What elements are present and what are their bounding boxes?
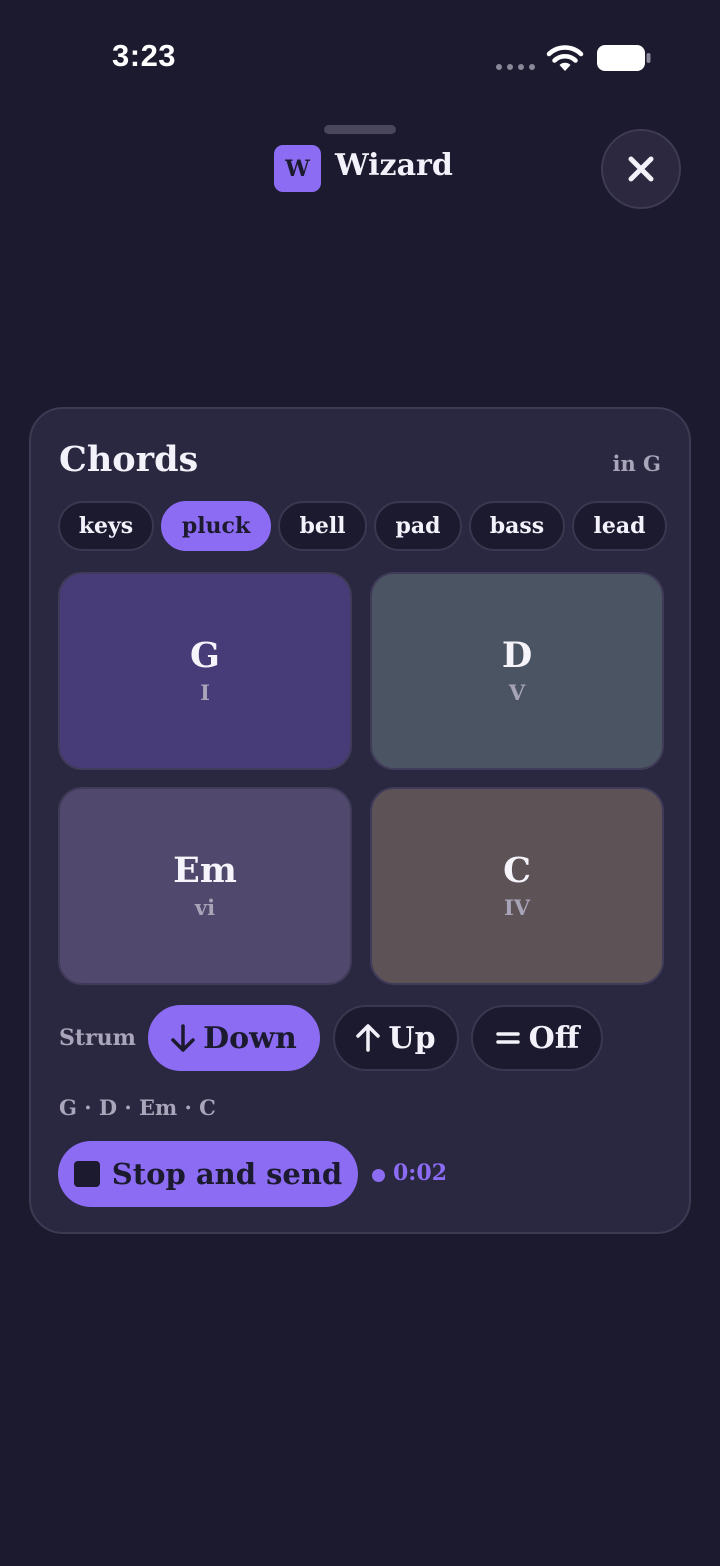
recording-timer: 0:02: [393, 1160, 448, 1186]
strum-off-button[interactable]: Off: [471, 1005, 603, 1071]
chord-pad-d[interactable]: D V: [370, 572, 664, 770]
arrow-down-icon: [171, 1024, 195, 1052]
instrument-chip-bell[interactable]: bell: [278, 501, 367, 551]
battery-icon: [597, 45, 651, 71]
strum-up-label: Up: [388, 1020, 436, 1056]
strum-label: Strum: [59, 1025, 136, 1051]
equals-icon: [495, 1032, 520, 1044]
chord-name: G: [190, 635, 220, 677]
strum-up-button[interactable]: Up: [333, 1005, 459, 1071]
chord-pad-em[interactable]: Em vi: [58, 787, 352, 985]
instrument-selector: keys pluck bell pad bass lead: [58, 501, 667, 551]
chord-pad-c[interactable]: C IV: [370, 787, 664, 985]
chord-name: C: [503, 850, 531, 892]
chord-name: Em: [173, 850, 237, 892]
stop-and-send-label: Stop and send: [111, 1157, 343, 1191]
stop-icon: [73, 1161, 100, 1187]
instrument-chip-lead[interactable]: lead: [572, 501, 667, 551]
chords-sheet-screen: 3:23 W Wizard Chords in G keys pluck bel…: [0, 0, 720, 1566]
arrow-up-icon: [356, 1024, 381, 1052]
instrument-chip-keys[interactable]: keys: [58, 501, 154, 551]
chord-numeral: vi: [194, 894, 216, 920]
strum-off-label: Off: [528, 1020, 580, 1056]
recording-dot-icon: [372, 1169, 385, 1182]
chord-pad-g[interactable]: G I: [58, 572, 352, 770]
close-button[interactable]: [601, 129, 681, 209]
instrument-chip-pluck[interactable]: pluck: [161, 501, 271, 551]
stop-and-send-button[interactable]: Stop and send: [58, 1141, 358, 1207]
cellular-dots-icon: [496, 64, 535, 70]
chord-name: D: [501, 635, 533, 677]
sheet-grabber[interactable]: [324, 125, 396, 134]
chord-numeral: IV: [503, 894, 531, 920]
app-icon: W: [274, 145, 321, 192]
instrument-chip-bass[interactable]: bass: [469, 501, 565, 551]
key-label: in G: [612, 451, 662, 476]
instrument-chip-pad[interactable]: pad: [374, 501, 462, 551]
app-title: Wizard: [335, 148, 453, 183]
strum-down-button[interactable]: Down: [148, 1005, 320, 1071]
card-title: Chords: [59, 439, 199, 480]
strum-down-label: Down: [203, 1020, 297, 1056]
chord-numeral: I: [200, 679, 210, 705]
wifi-icon: [546, 45, 584, 71]
status-time: 3:23: [112, 38, 177, 73]
close-icon: [628, 156, 654, 182]
chords-card: Chords in G keys pluck bell pad bass lea…: [29, 407, 691, 1234]
chord-numeral: V: [508, 679, 526, 705]
chord-progression: G · D · Em · C: [59, 1095, 216, 1120]
